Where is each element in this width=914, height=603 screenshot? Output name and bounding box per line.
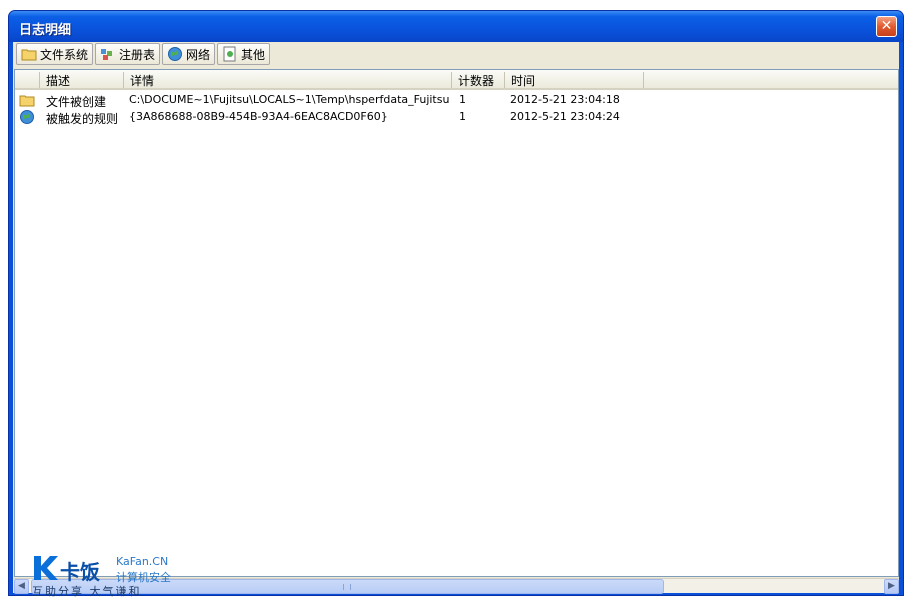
chevron-left-icon: ◀ — [18, 581, 25, 591]
folder-icon — [21, 46, 37, 62]
table-row[interactable]: 被触发的规则 {3A868688-08B9-454B-93A4-6EAC8ACD… — [15, 109, 898, 126]
scroll-grip-icon — [343, 584, 351, 590]
row-time: 2012-5-21 23:04:24 — [510, 110, 620, 123]
toolbar: 文件系统 注册表 网络 其他 — [16, 43, 271, 67]
header-time[interactable]: 时间 — [504, 72, 644, 88]
chevron-right-icon: ▶ — [888, 581, 895, 591]
header-description[interactable]: 描述 — [39, 72, 123, 88]
watermark-site: KaFan.CN — [116, 555, 169, 568]
kafan-logo-icon — [34, 556, 58, 580]
row-description: 被触发的规则 — [46, 112, 119, 126]
list-header: 描述 详情 计数器 时间 — [15, 70, 898, 90]
watermark-brand: 卡饭 — [60, 560, 100, 584]
registry-label: 注册表 — [119, 47, 156, 62]
title-bar[interactable]: 日志明细 ✕ — [9, 11, 903, 42]
table-row[interactable]: 文件被创建 C:\DOCUME~1\Fujitsu\LOCALS~1\Temp\… — [15, 92, 898, 109]
close-button[interactable]: ✕ — [876, 16, 897, 37]
row-detail: {3A868688-08B9-454B-93A4-6EAC8ACD0F60} — [129, 110, 388, 123]
scroll-left-button[interactable]: ◀ — [14, 579, 29, 594]
other-label: 其他 — [241, 47, 266, 62]
header-icon-column[interactable] — [15, 72, 39, 88]
row-detail: C:\DOCUME~1\Fujitsu\LOCALS~1\Temp\hsperf… — [129, 93, 449, 106]
kafan-watermark: 卡饭 KaFan.CN 计算机安全 互助分享 大气谦和 — [28, 552, 188, 598]
close-icon: ✕ — [880, 18, 893, 34]
globe-icon — [19, 109, 35, 128]
row-counter: 1 — [459, 110, 466, 123]
other-button[interactable]: 其他 — [217, 43, 271, 65]
registry-button[interactable]: 注册表 — [95, 43, 161, 65]
globe-icon — [167, 46, 183, 62]
log-detail-window: 日志明细 ✕ 文件系统 注册表 网络 其他 描述 详情 计数器 时间 文件被创建… — [8, 10, 904, 596]
scroll-right-button[interactable]: ▶ — [884, 579, 899, 594]
row-time: 2012-5-21 23:04:18 — [510, 93, 620, 106]
window-title: 日志明细 — [19, 23, 72, 38]
header-detail[interactable]: 详情 — [123, 72, 451, 88]
log-list[interactable]: 描述 详情 计数器 时间 文件被创建 C:\DOCUME~1\Fujitsu\L… — [14, 69, 899, 577]
row-counter: 1 — [459, 93, 466, 106]
row-description: 文件被创建 — [46, 95, 107, 109]
filesystem-button[interactable]: 文件系统 — [16, 43, 94, 65]
other-icon — [222, 46, 238, 62]
watermark-slogan: 互助分享 大气谦和 — [32, 585, 142, 598]
window-client: 文件系统 注册表 网络 其他 描述 详情 计数器 时间 文件被创建 C:\DOC… — [13, 42, 899, 594]
network-button[interactable]: 网络 — [162, 43, 216, 65]
registry-icon — [100, 46, 116, 62]
network-label: 网络 — [186, 47, 211, 62]
filesystem-label: 文件系统 — [40, 47, 89, 62]
header-counter[interactable]: 计数器 — [451, 72, 504, 88]
